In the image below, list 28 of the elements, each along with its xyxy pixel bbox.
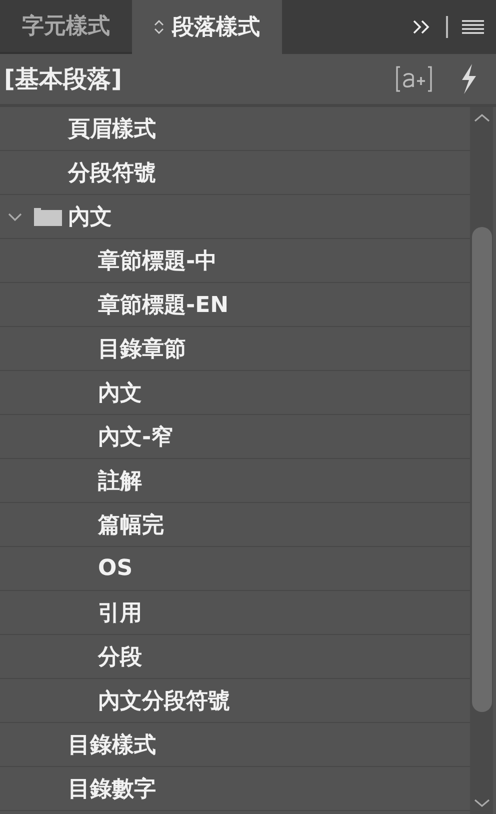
style-item[interactable]: 分段符號 bbox=[68, 158, 156, 188]
scroll-down-icon[interactable] bbox=[474, 798, 490, 808]
style-item[interactable]: 篇幅完 bbox=[98, 510, 164, 540]
style-item[interactable]: 目錄樣式 bbox=[68, 730, 156, 760]
style-item[interactable]: OS bbox=[98, 556, 133, 581]
menu-icon[interactable] bbox=[462, 19, 484, 35]
scroll-thumb[interactable] bbox=[472, 227, 492, 712]
sort-arrows-icon bbox=[154, 19, 164, 35]
panel-tab[interactable]: 段落樣式 bbox=[132, 0, 282, 54]
scroll-up-icon[interactable] bbox=[474, 113, 490, 123]
style-item[interactable]: 引用 bbox=[98, 598, 142, 628]
current-style: [基本段落] bbox=[4, 64, 123, 95]
style-item[interactable]: 目錄章節 bbox=[98, 334, 186, 364]
style-item[interactable]: 分段 bbox=[98, 642, 142, 672]
double-chevron-icon[interactable] bbox=[412, 19, 432, 35]
style-item[interactable]: 章節標題-中 bbox=[98, 246, 218, 276]
folder-label[interactable]: 內文 bbox=[68, 202, 112, 232]
style-item[interactable]: 內文分段符號 bbox=[98, 686, 230, 716]
style-item[interactable]: 內文-窄 bbox=[98, 422, 174, 452]
scrollbar[interactable] bbox=[470, 107, 493, 814]
style-item[interactable]: 章節標題-EN bbox=[98, 290, 229, 320]
style-item[interactable]: 目錄數字 bbox=[68, 774, 156, 804]
style-item[interactable]: 註解 bbox=[98, 466, 142, 496]
folder-icon bbox=[34, 208, 62, 226]
style-item[interactable]: 頁眉樣式 bbox=[68, 114, 156, 144]
style-item[interactable]: 內文 bbox=[98, 378, 142, 408]
separator-icon bbox=[446, 16, 448, 38]
new-style-icon[interactable] bbox=[396, 65, 432, 93]
